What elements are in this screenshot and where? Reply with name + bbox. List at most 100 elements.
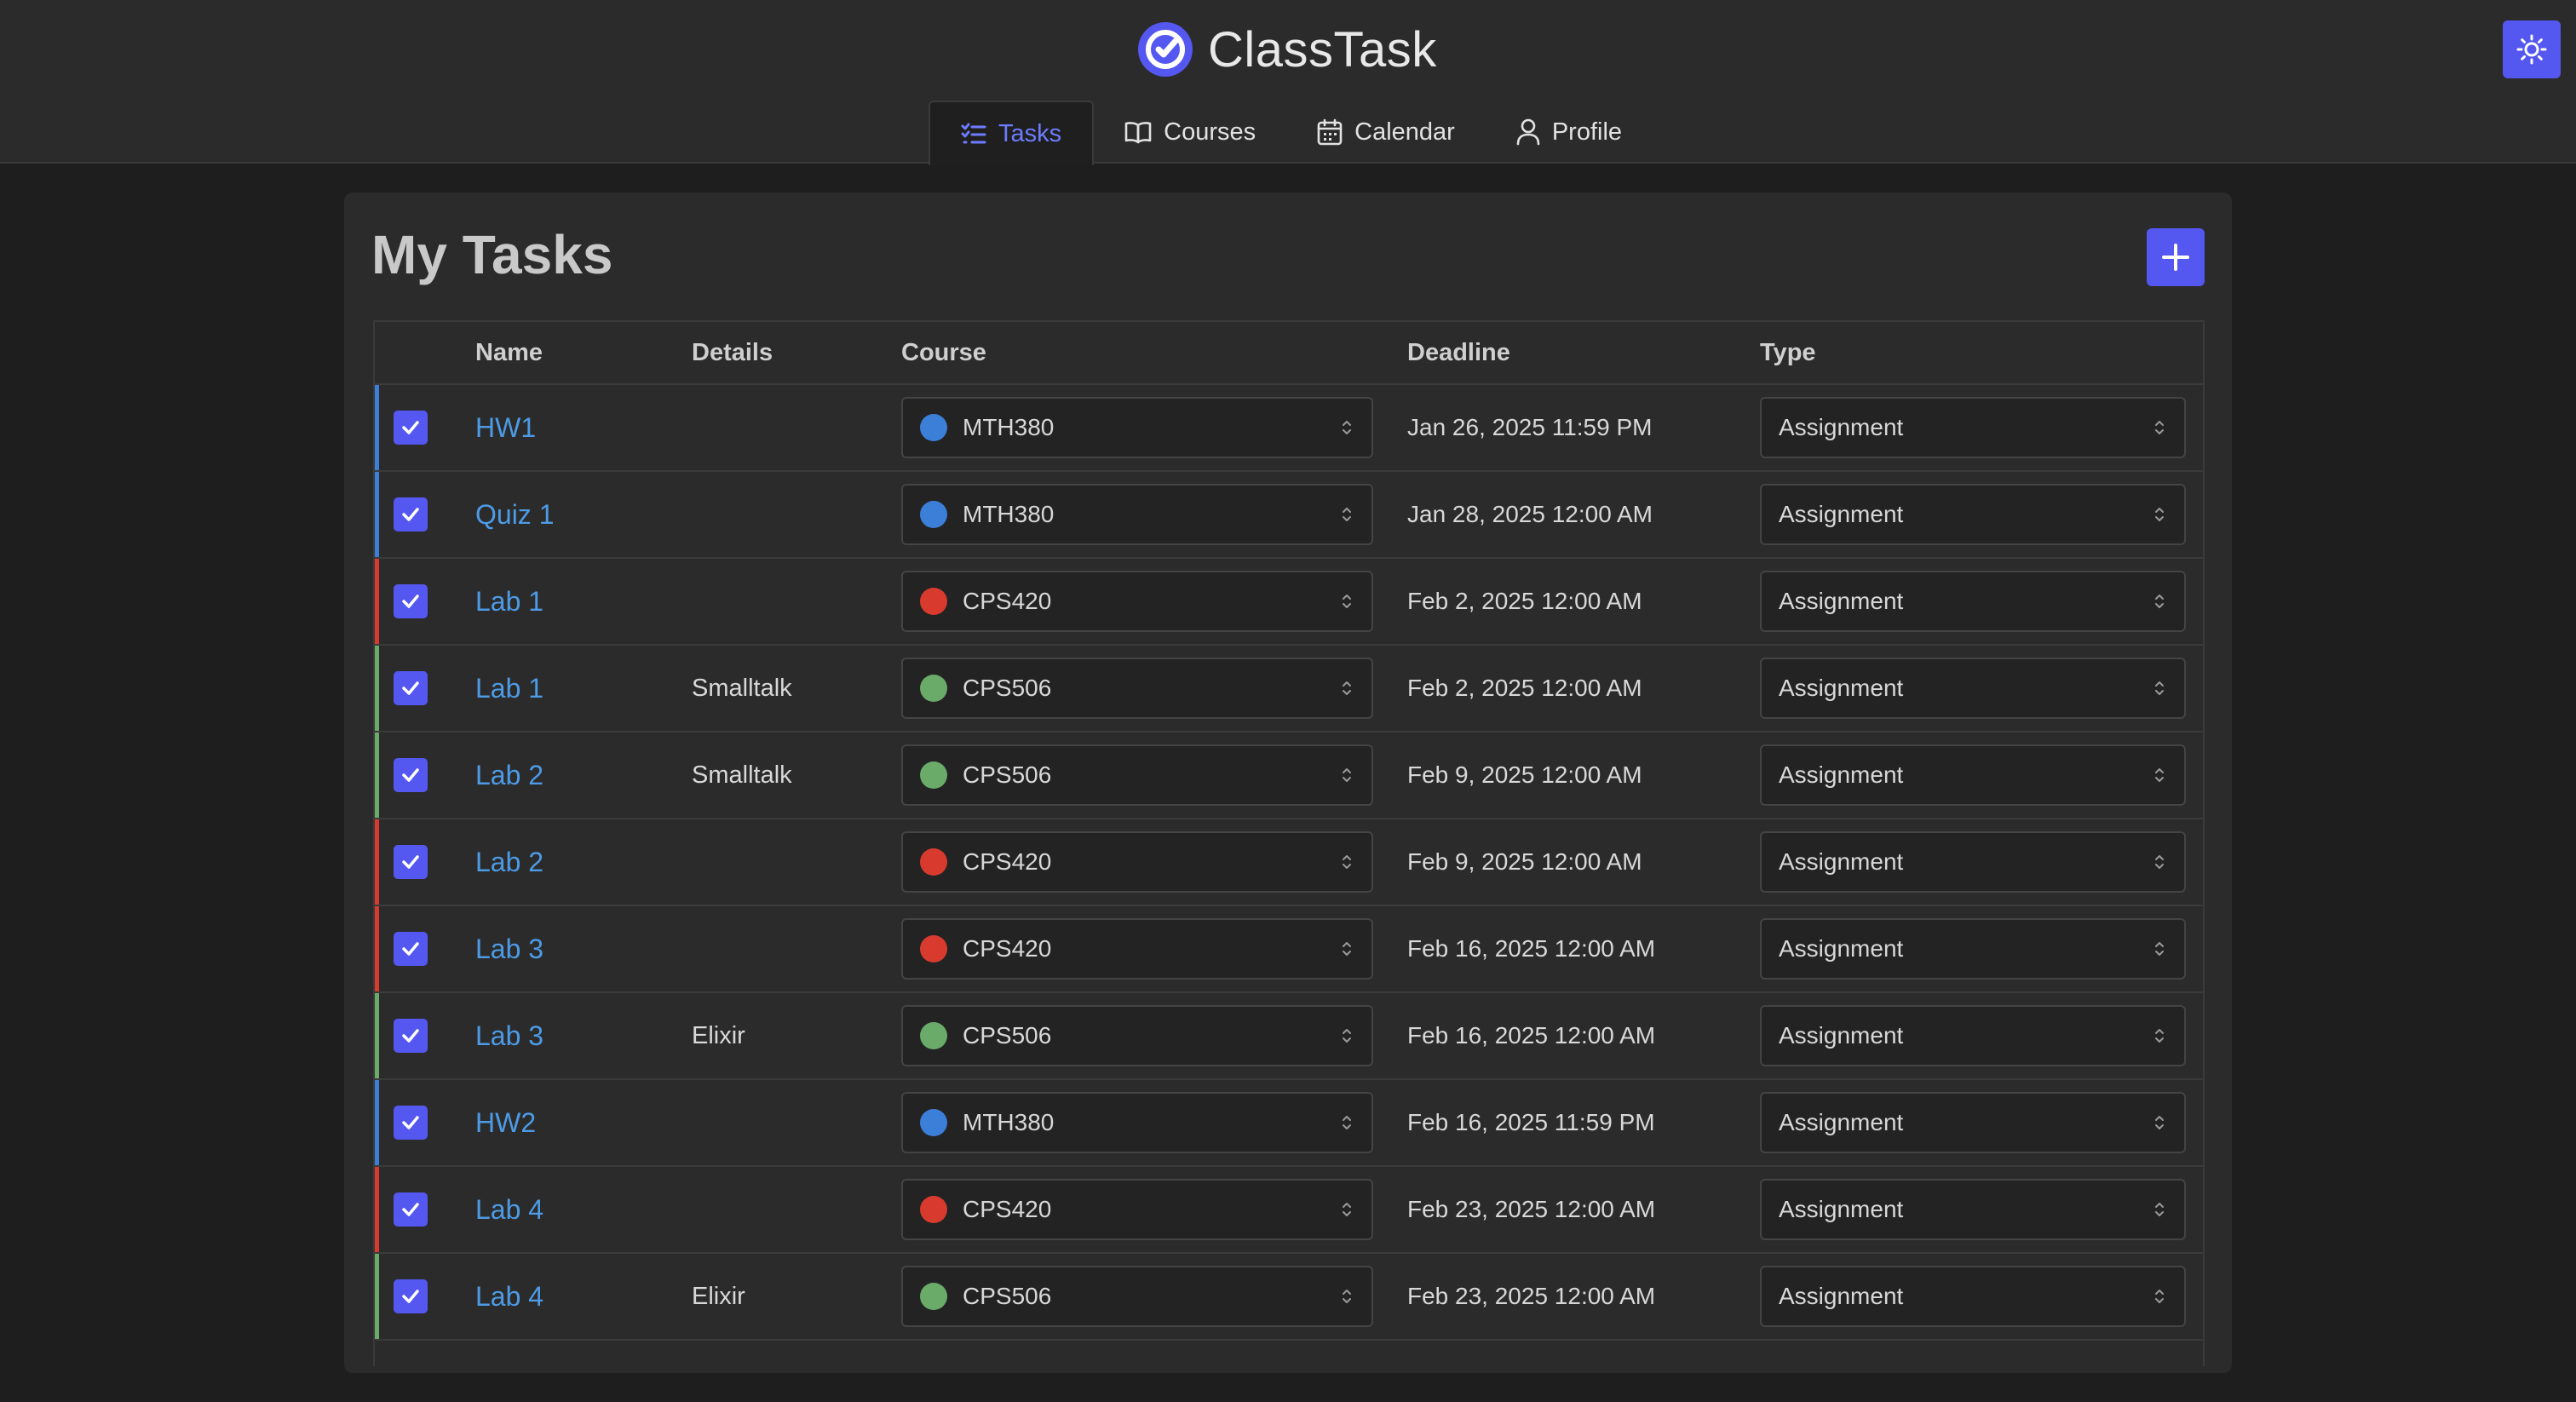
course-select[interactable]: MTH380	[901, 484, 1373, 545]
task-done-checkbox[interactable]	[394, 497, 428, 531]
name-cell: Lab 4	[475, 1166, 692, 1254]
course-color-dot	[920, 761, 947, 789]
course-select[interactable]: CPS506	[901, 1005, 1373, 1066]
table-row: HW2 MTH380 Feb 16, 2025 11:59 PM Assignment	[375, 1079, 2203, 1167]
deadline-cell: Feb 2, 2025 12:00 AM	[1407, 558, 1760, 646]
type-select[interactable]: Assignment	[1760, 571, 2186, 632]
chevron-up-down-icon	[2155, 1290, 2164, 1303]
name-cell: Lab 3	[475, 992, 692, 1080]
chevron-up-down-icon	[1343, 942, 1351, 956]
tab-profile[interactable]: Profile	[1486, 101, 1653, 164]
type-select[interactable]: Assignment	[1760, 658, 2186, 719]
course-select[interactable]: CPS506	[901, 658, 1373, 719]
task-name-link[interactable]: Lab 3	[475, 1020, 543, 1051]
task-name-link[interactable]: Lab 1	[475, 673, 543, 704]
task-name-link[interactable]: Lab 4	[475, 1194, 543, 1225]
tab-courses[interactable]: Courses	[1094, 101, 1286, 164]
checkmark-icon	[402, 595, 419, 608]
table-row: Lab 3 Elixir CPS506 Feb 16, 2025 12:00 AM As…	[375, 992, 2203, 1080]
type-select[interactable]: Assignment	[1760, 744, 2186, 806]
course-select-value: CPS506	[963, 675, 1052, 701]
tab-tasks[interactable]: Tasks	[929, 101, 1095, 165]
type-cell: Assignment	[1760, 1079, 2203, 1167]
task-name-link[interactable]: HW1	[475, 412, 536, 443]
checkmark-icon	[402, 681, 419, 695]
task-name-link[interactable]: Lab 4	[475, 1281, 543, 1312]
course-color-dot	[920, 1196, 947, 1223]
course-select[interactable]: MTH380	[901, 1092, 1373, 1153]
course-select[interactable]: CPS420	[901, 831, 1373, 893]
add-task-button[interactable]	[2147, 228, 2205, 286]
course-select[interactable]: CPS420	[901, 918, 1373, 980]
tab-calendar[interactable]: Calendar	[1286, 101, 1486, 164]
course-color-dot	[920, 935, 947, 962]
course-cell: CPS420	[901, 905, 1407, 993]
task-done-checkbox[interactable]	[394, 1192, 428, 1227]
table-row: Lab 2 CPS420 Feb 9, 2025 12:00 AM Assignmen…	[375, 819, 2203, 906]
type-select-value: Assignment	[1779, 1109, 1904, 1135]
type-cell: Assignment	[1760, 558, 2203, 646]
deadline-cell: Feb 2, 2025 12:00 AM	[1407, 645, 1760, 733]
chevron-up-down-icon	[1343, 855, 1351, 869]
column-header-deadline[interactable]: Deadline	[1407, 322, 1760, 385]
type-select-value: Assignment	[1779, 1283, 1904, 1309]
chevron-up-down-icon	[1343, 768, 1351, 782]
type-select[interactable]: Assignment	[1760, 397, 2186, 458]
type-select[interactable]: Assignment	[1760, 484, 2186, 545]
theme-toggle-button[interactable]	[2503, 20, 2561, 78]
type-select[interactable]: Assignment	[1760, 1092, 2186, 1153]
task-name-link[interactable]: Lab 1	[475, 586, 543, 617]
type-select[interactable]: Assignment	[1760, 1266, 2186, 1327]
task-done-checkbox[interactable]	[394, 1279, 428, 1313]
task-done-checkbox[interactable]	[394, 1106, 428, 1140]
column-header-type[interactable]: Type	[1760, 322, 2203, 385]
task-name-link[interactable]: HW2	[475, 1107, 536, 1138]
details-cell: Smalltalk	[692, 645, 901, 733]
task-name-link[interactable]: Lab 2	[475, 760, 543, 790]
course-select[interactable]: CPS506	[901, 1266, 1373, 1327]
task-done-checkbox[interactable]	[394, 758, 428, 792]
column-header-course[interactable]: Course	[901, 322, 1407, 385]
task-done-checkbox[interactable]	[394, 845, 428, 879]
course-color-dot	[920, 501, 947, 528]
type-select[interactable]: Assignment	[1760, 918, 2186, 980]
chevron-up-down-icon	[2155, 508, 2164, 521]
type-select[interactable]: Assignment	[1760, 1005, 2186, 1066]
deadline-cell: Feb 23, 2025 12:00 AM	[1407, 1166, 1760, 1254]
task-done-checkbox[interactable]	[394, 411, 428, 445]
task-name-link[interactable]: Quiz 1	[475, 499, 554, 530]
type-cell: Assignment	[1760, 992, 2203, 1080]
task-done-checkbox[interactable]	[394, 1019, 428, 1053]
task-name-link[interactable]: Lab 3	[475, 934, 543, 964]
course-color-dot	[920, 1283, 947, 1310]
details-cell	[692, 905, 901, 993]
checkmark-icon	[402, 508, 419, 521]
task-done-checkbox[interactable]	[394, 584, 428, 618]
course-color-dot	[920, 675, 947, 702]
column-header-name[interactable]: Name	[475, 322, 692, 385]
task-done-checkbox[interactable]	[394, 932, 428, 966]
task-done-checkbox[interactable]	[394, 671, 428, 705]
column-header-details[interactable]: Details	[692, 322, 901, 385]
course-select[interactable]: CPS420	[901, 571, 1373, 632]
brand[interactable]: ClassTask	[1136, 19, 1437, 80]
course-select[interactable]: CPS420	[901, 1179, 1373, 1240]
row-select-cell	[375, 645, 475, 733]
task-details: Elixir	[692, 1021, 745, 1049]
course-select[interactable]: CPS506	[901, 744, 1373, 806]
tasks-table: Name Details Course Deadline Type HW1 MTH…	[373, 320, 2205, 1366]
type-select[interactable]: Assignment	[1760, 831, 2186, 893]
task-list-icon	[961, 123, 986, 144]
task-name-link[interactable]: Lab 2	[475, 847, 543, 877]
name-cell: HW2	[475, 1079, 692, 1167]
task-details: Elixir	[692, 1282, 745, 1310]
task-deadline: Jan 26, 2025 11:59 PM	[1407, 413, 1653, 440]
name-cell: Lab 3	[475, 905, 692, 993]
course-color-stripe	[375, 385, 379, 470]
course-select[interactable]: MTH380	[901, 397, 1373, 458]
details-cell	[692, 558, 901, 646]
type-select[interactable]: Assignment	[1760, 1179, 2186, 1240]
checkmark-icon	[402, 1029, 419, 1043]
table-row: Lab 4 CPS420 Feb 23, 2025 12:00 AM Assignme…	[375, 1166, 2203, 1254]
course-color-dot	[920, 848, 947, 876]
